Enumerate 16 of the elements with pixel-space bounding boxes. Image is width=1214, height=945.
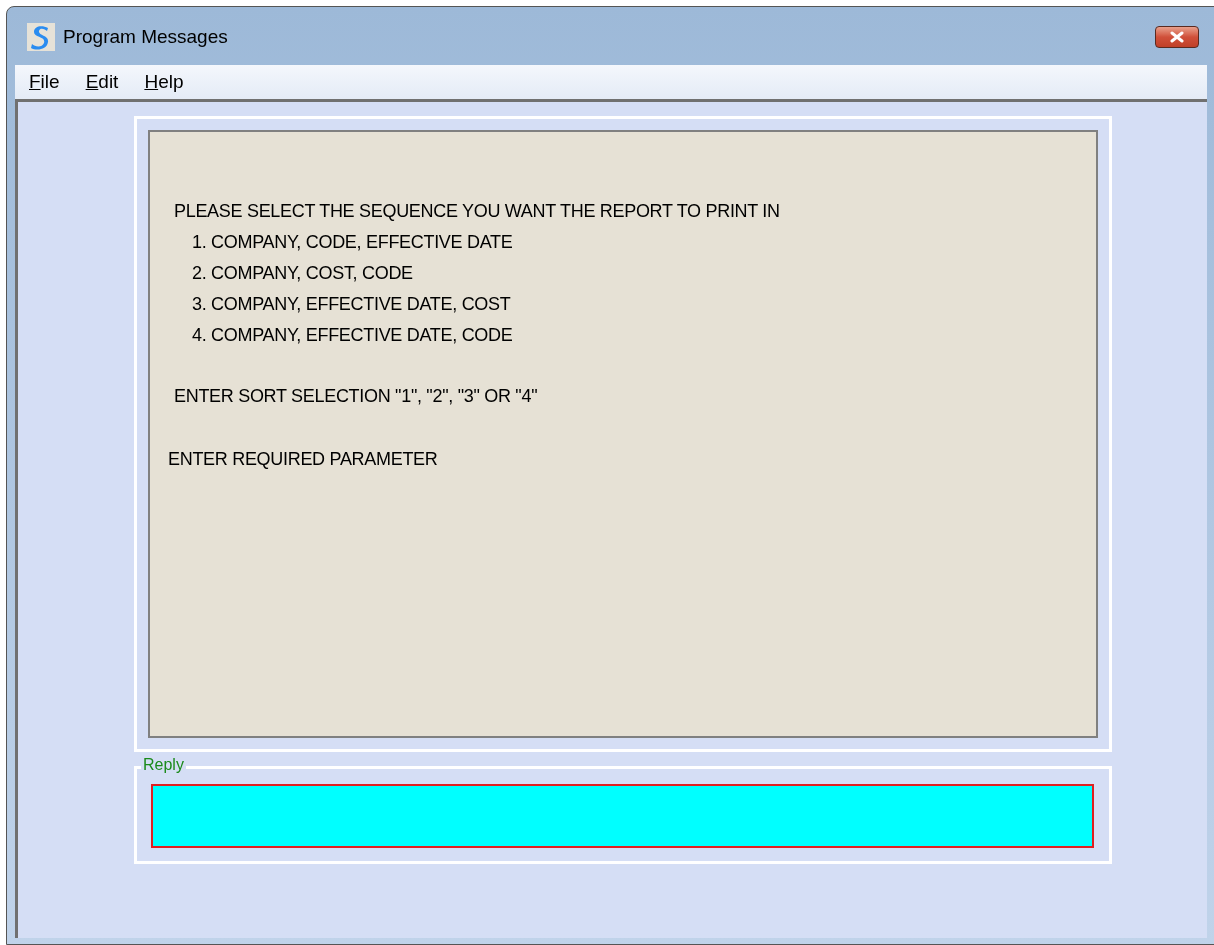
message-line: ENTER SORT SELECTION "1", "2", "3" OR "4"	[173, 385, 539, 408]
close-icon	[1169, 31, 1185, 43]
window-title: Program Messages	[63, 24, 228, 49]
menu-item[interactable]: Edit	[85, 67, 119, 97]
message-line: PLEASE SELECT THE SEQUENCE YOU WANT THE REPORT TO PRINT IN	[173, 200, 781, 223]
reply-field[interactable]	[151, 784, 1094, 848]
message-line: ENTER REQUIRED PARAMETER	[167, 448, 439, 471]
message-line: 4. COMPANY, EFFECTIVE DATE, CODE	[191, 324, 514, 347]
reply-label: Reply	[141, 755, 186, 775]
close-button[interactable]	[1155, 26, 1199, 48]
menu-item[interactable]: Help	[144, 67, 184, 97]
message-line: 1. COMPANY, CODE, EFFECTIVE DATE	[191, 231, 514, 254]
message-line: 2. COMPANY, COST, CODE	[191, 262, 414, 285]
message-line: 3. COMPANY, EFFECTIVE DATE, COST	[191, 293, 512, 316]
app-logo-icon	[27, 23, 55, 51]
menu-item[interactable]: File	[29, 67, 60, 97]
